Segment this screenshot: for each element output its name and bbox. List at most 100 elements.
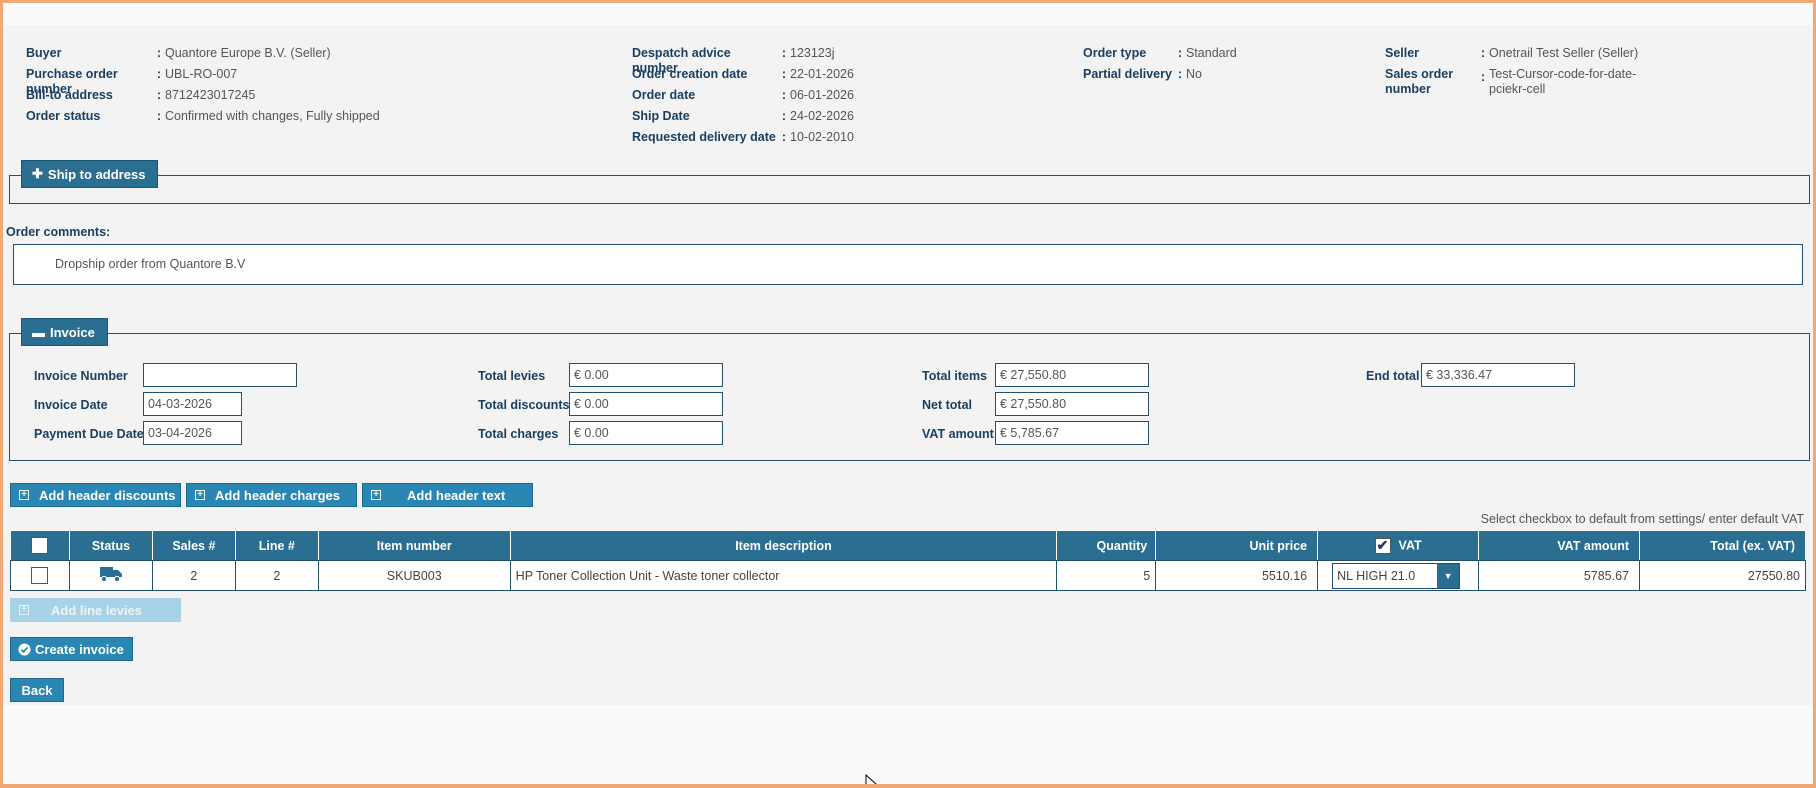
requested-delivery-date-value: 10-02-2010 xyxy=(790,130,854,144)
total-items-input[interactable] xyxy=(995,363,1149,387)
header-column-4: Seller: Onetrail Test Seller (Seller) Sal… xyxy=(1385,46,1639,96)
ship-date-label: Ship Date xyxy=(632,109,690,123)
select-all-cell xyxy=(10,530,70,561)
plus-icon: + xyxy=(19,490,29,500)
table-row: 2 2 SKUB003 HP Toner Collection Unit - W… xyxy=(10,560,1806,591)
total-discounts-input[interactable] xyxy=(569,392,723,416)
invoice-fieldset xyxy=(9,333,1810,461)
seller-label: Seller xyxy=(1385,46,1420,60)
plus-icon: + xyxy=(195,490,205,500)
vat-amount-input[interactable] xyxy=(995,421,1149,445)
end-total-label: End total xyxy=(1366,369,1420,383)
header-column-3: Order type: Standard Partial delivery: No xyxy=(1083,46,1237,81)
top-bar xyxy=(3,3,1813,25)
payment-due-date-input[interactable] xyxy=(143,421,242,445)
minus-icon: ▬ xyxy=(32,324,45,340)
total-charges-input[interactable] xyxy=(569,421,723,445)
column-header-quantity[interactable]: Quantity xyxy=(1056,530,1157,561)
column-header-status[interactable]: Status xyxy=(68,530,153,561)
buyer-value: Quantore Europe B.V. (Seller) xyxy=(165,46,331,60)
line-items-table: Status Sales # Line # Item number Item d… xyxy=(10,530,1806,591)
line-number-cell: 2 xyxy=(234,560,319,591)
total-levies-label: Total levies xyxy=(478,369,546,383)
seller-value: Onetrail Test Seller (Seller) xyxy=(1489,46,1639,60)
check-circle-icon xyxy=(18,643,31,655)
invoice-date-label: Invoice Date xyxy=(34,398,108,412)
column-header-item-description[interactable]: Item description xyxy=(509,530,1058,561)
vat-rate-select[interactable]: NL HIGH 21.0 ▼ xyxy=(1332,562,1461,589)
column-header-unit-price[interactable]: Unit price xyxy=(1155,530,1319,561)
select-all-checkbox[interactable] xyxy=(31,537,49,554)
order-comments-box: Dropship order from Quantore B.V xyxy=(13,244,1803,285)
vat-cell: NL HIGH 21.0 ▼ xyxy=(1317,560,1480,591)
back-button[interactable]: Back xyxy=(10,678,64,702)
sales-number-cell: 2 xyxy=(151,560,236,591)
order-type-label: Order type xyxy=(1083,46,1147,60)
order-comments-text: Dropship order from Quantore B.V xyxy=(55,257,246,271)
chevron-down-icon: ▼ xyxy=(1437,563,1460,588)
total-items-label: Total items xyxy=(922,369,988,383)
vat-amount-cell: 5785.67 xyxy=(1478,560,1641,591)
column-header-sales[interactable]: Sales # xyxy=(151,530,236,561)
item-description-cell: HP Toner Collection Unit - Waste toner c… xyxy=(509,560,1058,591)
partial-delivery-label: Partial delivery xyxy=(1083,67,1172,81)
vat-amount-label: VAT amount xyxy=(922,427,994,441)
order-date-label: Order date xyxy=(632,88,696,102)
vat-default-checkbox[interactable]: ✔ xyxy=(1374,537,1391,554)
net-total-input[interactable] xyxy=(995,392,1149,416)
create-invoice-button[interactable]: Create invoice xyxy=(10,637,133,661)
order-status-value: Confirmed with changes, Fully shipped xyxy=(165,109,380,123)
net-total-label: Net total xyxy=(922,398,972,412)
page-bottom-area xyxy=(3,705,1813,784)
order-status-label: Order status xyxy=(26,109,101,123)
plus-icon: + xyxy=(19,605,29,615)
order-creation-date-label: Order creation date xyxy=(632,67,748,81)
row-checkbox[interactable] xyxy=(31,567,49,584)
status-cell xyxy=(68,560,153,591)
add-header-discounts-button[interactable]: + Add header discounts xyxy=(10,483,181,507)
order-comments-label: Order comments: xyxy=(6,225,111,239)
add-header-charges-button[interactable]: + Add header charges xyxy=(186,483,357,507)
purchase-order-value: UBL-RO-007 xyxy=(165,67,238,81)
bill-to-value: 8712423017245 xyxy=(165,88,256,102)
column-header-vat-amount[interactable]: VAT amount xyxy=(1478,530,1641,561)
sales-order-number-label: Sales order number xyxy=(1385,67,1454,96)
invoice-number-input[interactable] xyxy=(143,363,297,387)
total-levies-input[interactable] xyxy=(569,363,723,387)
row-select-cell xyxy=(10,560,70,591)
buyer-label: Buyer xyxy=(26,46,62,60)
unit-price-cell: 5510.16 xyxy=(1155,560,1319,591)
total-cell: 27550.80 xyxy=(1639,560,1806,591)
table-header-row: Status Sales # Line # Item number Item d… xyxy=(10,530,1806,561)
partial-delivery-value: No xyxy=(1186,67,1202,81)
column-header-total[interactable]: Total (ex. VAT) xyxy=(1639,530,1806,561)
ship-to-fieldset xyxy=(9,175,1810,204)
bill-to-label: Bill-to address xyxy=(26,88,113,102)
order-date-value: 06-01-2026 xyxy=(790,88,854,102)
plus-icon: ✚ xyxy=(32,166,43,181)
mouse-cursor-icon xyxy=(865,774,877,784)
total-discounts-label: Total discounts xyxy=(478,398,570,412)
payment-due-date-label: Payment Due Date xyxy=(34,427,144,441)
invoice-toggle[interactable]: ▬ Invoice xyxy=(21,318,108,346)
order-content: Buyer: Quantore Europe B.V. (Seller) Purc… xyxy=(3,25,1813,705)
invoice-date-input[interactable] xyxy=(143,392,242,416)
column-header-line[interactable]: Line # xyxy=(234,530,319,561)
despatch-advice-value: 123123j xyxy=(790,46,835,60)
order-type-value: Standard xyxy=(1186,46,1237,60)
column-header-item-number[interactable]: Item number xyxy=(317,530,511,561)
order-creation-date-value: 22-01-2026 xyxy=(790,67,854,81)
plus-icon: + xyxy=(371,490,381,500)
header-column-2: Despatch advice number:123123j Order cre… xyxy=(632,46,854,144)
requested-delivery-date-label: Requested delivery date xyxy=(632,130,776,144)
sales-order-number-value: Test-Cursor-code-for-date-pciekr-cell xyxy=(1489,67,1637,96)
invoice-number-label: Invoice Number xyxy=(34,369,128,383)
item-number-cell: SKUB003 xyxy=(317,560,511,591)
header-column-1: Buyer: Quantore Europe B.V. (Seller) Purc… xyxy=(26,46,380,123)
add-header-text-button[interactable]: + Add header text xyxy=(362,483,533,507)
add-line-levies-button[interactable]: + Add line levies xyxy=(10,598,181,622)
app-frame: Buyer: Quantore Europe B.V. (Seller) Purc… xyxy=(3,3,1813,784)
ship-to-address-toggle[interactable]: ✚ Ship to address xyxy=(21,160,159,188)
end-total-input[interactable] xyxy=(1421,363,1575,387)
total-charges-label: Total charges xyxy=(478,427,559,441)
